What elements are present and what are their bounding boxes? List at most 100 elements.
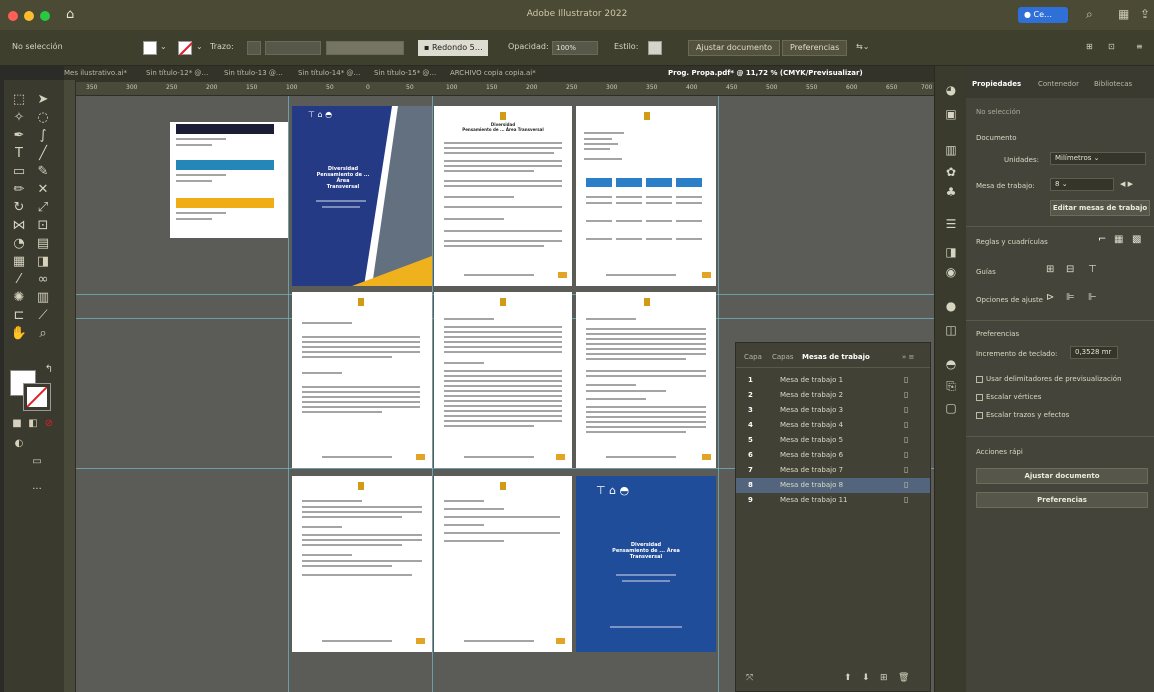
symbols-panel-icon[interactable]: ✿ xyxy=(943,164,959,180)
share-icon[interactable]: ⇪ xyxy=(1140,7,1150,21)
draw-mode-icon[interactable]: ◐ xyxy=(10,436,28,452)
shape-builder-tool-icon[interactable]: ◔ xyxy=(10,236,28,252)
horizontal-ruler[interactable]: 350 300 250 200 150 100 50 0 50 100 150 … xyxy=(76,82,934,96)
artboard-page-3[interactable] xyxy=(576,106,716,286)
workspace-icon[interactable]: ▦ xyxy=(1118,7,1129,21)
brush-definition-select[interactable]: ▪ Redondo 5… xyxy=(418,40,488,56)
move-down-icon[interactable]: ⬇ xyxy=(862,673,870,683)
tab-document-active[interactable]: Prog. Propa.pdf* @ 11,72 % (CMYK/Previsu… xyxy=(668,69,863,77)
stroke-panel-icon[interactable]: ☰ xyxy=(943,216,959,232)
export-panel-icon[interactable]: ⎘ xyxy=(943,378,959,394)
swap-colors-icon[interactable]: ↰ xyxy=(40,362,58,378)
direct-selection-tool-icon[interactable]: ➤ xyxy=(34,92,52,108)
curvature-tool-icon[interactable]: ∫ xyxy=(34,128,52,144)
free-transform-tool-icon[interactable]: ⊡ xyxy=(34,218,52,234)
gradient-tool-icon[interactable]: ◨ xyxy=(34,254,52,270)
artboards-panel-icon[interactable]: ▢ xyxy=(943,400,959,416)
artboard-tool-icon[interactable]: ⊏ xyxy=(10,308,28,324)
preferences-button[interactable]: Preferencias xyxy=(782,40,848,56)
graphic-styles-icon[interactable]: ● xyxy=(943,298,959,314)
eyedropper-tool-icon[interactable]: ⁄ xyxy=(10,272,28,288)
guide-line[interactable] xyxy=(432,96,433,692)
grid-icon[interactable]: ▦ xyxy=(1114,234,1123,245)
tab-document-6[interactable]: ARCHIVO copia copia.ai* xyxy=(450,69,536,77)
symbol-sprayer-tool-icon[interactable]: ✺ xyxy=(10,290,28,306)
stroke-color-swatch[interactable] xyxy=(23,383,51,411)
pixel-grid-icon[interactable]: ▩ xyxy=(1132,234,1141,245)
snap-point-icon[interactable]: ⊳ xyxy=(1046,292,1054,303)
stroke-weight-stepper[interactable] xyxy=(247,41,261,55)
artboard-row[interactable]: 2 Mesa de trabajo 2 ▯ xyxy=(736,388,930,403)
ruler-icon[interactable]: ⌐ xyxy=(1098,234,1106,245)
artboard-options-icon[interactable]: ▯ xyxy=(904,405,908,414)
tab-properties[interactable]: Propiedades xyxy=(972,80,1021,88)
color-palette-sheet[interactable] xyxy=(170,122,288,238)
artboard-options-icon[interactable]: ▯ xyxy=(904,435,908,444)
tab-document-5[interactable]: Sin título-15* @… xyxy=(374,69,436,77)
artboard-page-5[interactable] xyxy=(434,292,572,468)
selection-tool-icon[interactable]: ⬚ xyxy=(10,92,28,108)
arrange-icon[interactable]: ⇆⌄ xyxy=(856,42,869,51)
keyboard-increment-input[interactable]: 0,3528 mr xyxy=(1070,346,1118,359)
artboard-options-icon[interactable]: ▯ xyxy=(904,420,908,429)
variable-width-profile[interactable] xyxy=(326,41,404,55)
guide-line[interactable] xyxy=(718,96,719,692)
type-tool-icon[interactable]: T xyxy=(10,146,28,162)
preferences-button[interactable]: Preferencias xyxy=(976,492,1148,508)
hand-tool-icon[interactable]: ✋ xyxy=(10,326,28,342)
artboard-options-icon[interactable]: ▯ xyxy=(904,390,908,399)
brushes-panel-icon[interactable]: ♣ xyxy=(943,184,959,200)
stroke-swatch[interactable] xyxy=(178,41,193,56)
tab-layers[interactable]: Capas xyxy=(772,353,794,361)
artboard-select[interactable]: 8 ⌄ xyxy=(1050,178,1114,191)
preview-bounds-checkbox[interactable] xyxy=(976,376,983,383)
artboard-options-icon[interactable]: ▯ xyxy=(904,450,908,459)
snap-pixel-icon[interactable]: ⊩ xyxy=(1088,292,1097,303)
none-mode-icon[interactable]: ⊘ xyxy=(40,416,58,432)
artboard-options-icon[interactable]: ▯ xyxy=(904,375,908,384)
tab-document-3[interactable]: Sin título-13 @… xyxy=(224,69,283,77)
pen-tool-icon[interactable]: ✒ xyxy=(10,128,28,144)
artboard-page-4[interactable] xyxy=(292,292,432,468)
tab-document-4[interactable]: Sin título-14* @… xyxy=(298,69,360,77)
snap-grid-icon[interactable]: ⊫ xyxy=(1066,292,1075,303)
artboard-row-selected[interactable]: 8 Mesa de trabajo 8 ▯ xyxy=(736,478,930,493)
new-artboard-icon[interactable]: ⊞ xyxy=(880,673,888,683)
tab-layer[interactable]: Capa xyxy=(744,353,762,361)
perspective-grid-tool-icon[interactable]: ▤ xyxy=(34,236,52,252)
search-icon[interactable]: ⌕ xyxy=(1086,7,1093,22)
artboard-row[interactable]: 4 Mesa de trabajo 4 ▯ xyxy=(736,418,930,433)
move-up-icon[interactable]: ⬆ xyxy=(844,673,852,683)
rectangle-tool-icon[interactable]: ▭ xyxy=(10,164,28,180)
panel-menu-icon[interactable]: ≡ xyxy=(1136,42,1143,51)
artboard-row[interactable]: 5 Mesa de trabajo 5 ▯ xyxy=(736,433,930,448)
artboard-cover[interactable]: ⊤ ⌂ ◓ Diversidad Pensamiento de ... Área… xyxy=(292,106,432,286)
mesh-tool-icon[interactable]: ▦ xyxy=(10,254,28,270)
width-tool-icon[interactable]: ⋈ xyxy=(10,218,28,234)
opacity-input[interactable]: 100% xyxy=(552,41,598,55)
artboard-options-icon[interactable]: ▯ xyxy=(904,465,908,474)
graphic-style-swatch[interactable] xyxy=(648,41,662,55)
tab-artboards[interactable]: Mesas de trabajo xyxy=(802,353,870,361)
transparency-panel-icon[interactable]: ◨ xyxy=(943,244,959,260)
scale-corners-checkbox[interactable] xyxy=(976,394,983,401)
eraser-tool-icon[interactable]: ✕ xyxy=(34,182,52,198)
blend-tool-icon[interactable]: ∞ xyxy=(34,272,52,288)
smart-guides-icon[interactable]: ⊤ xyxy=(1088,264,1097,275)
align-icon[interactable]: ⊞ xyxy=(1086,42,1093,51)
artboard-row[interactable]: 9 Mesa de trabajo 11 ▯ xyxy=(736,493,930,508)
magic-wand-tool-icon[interactable]: ✧ xyxy=(10,110,28,126)
edit-artboards-button[interactable]: Editar mesas de trabajo xyxy=(1050,200,1150,216)
chevron-down-icon[interactable]: ⌄ xyxy=(196,42,203,51)
rearrange-artboards-icon[interactable]: ⤧ xyxy=(746,673,753,683)
artboard-row[interactable]: 7 Mesa de trabajo 7 ▯ xyxy=(736,463,930,478)
panel-collapse-icon[interactable]: » ≡ xyxy=(902,353,914,361)
lock-guides-icon[interactable]: ⊟ xyxy=(1066,264,1074,275)
tab-document-1[interactable]: Mes ilustrativo.ai* xyxy=(64,69,127,77)
artboard-back-cover[interactable]: ⊤ ⌂ ◓ Diversidad Pensamiento de ... Área… xyxy=(576,476,716,652)
column-graph-tool-icon[interactable]: ▥ xyxy=(34,290,52,306)
pencil-tool-icon[interactable]: ✏ xyxy=(10,182,28,198)
appearance-panel-icon[interactable]: ◉ xyxy=(943,264,959,280)
transform-icon[interactable]: ⊡ xyxy=(1108,42,1115,51)
artboard-row[interactable]: 6 Mesa de trabajo 6 ▯ xyxy=(736,448,930,463)
